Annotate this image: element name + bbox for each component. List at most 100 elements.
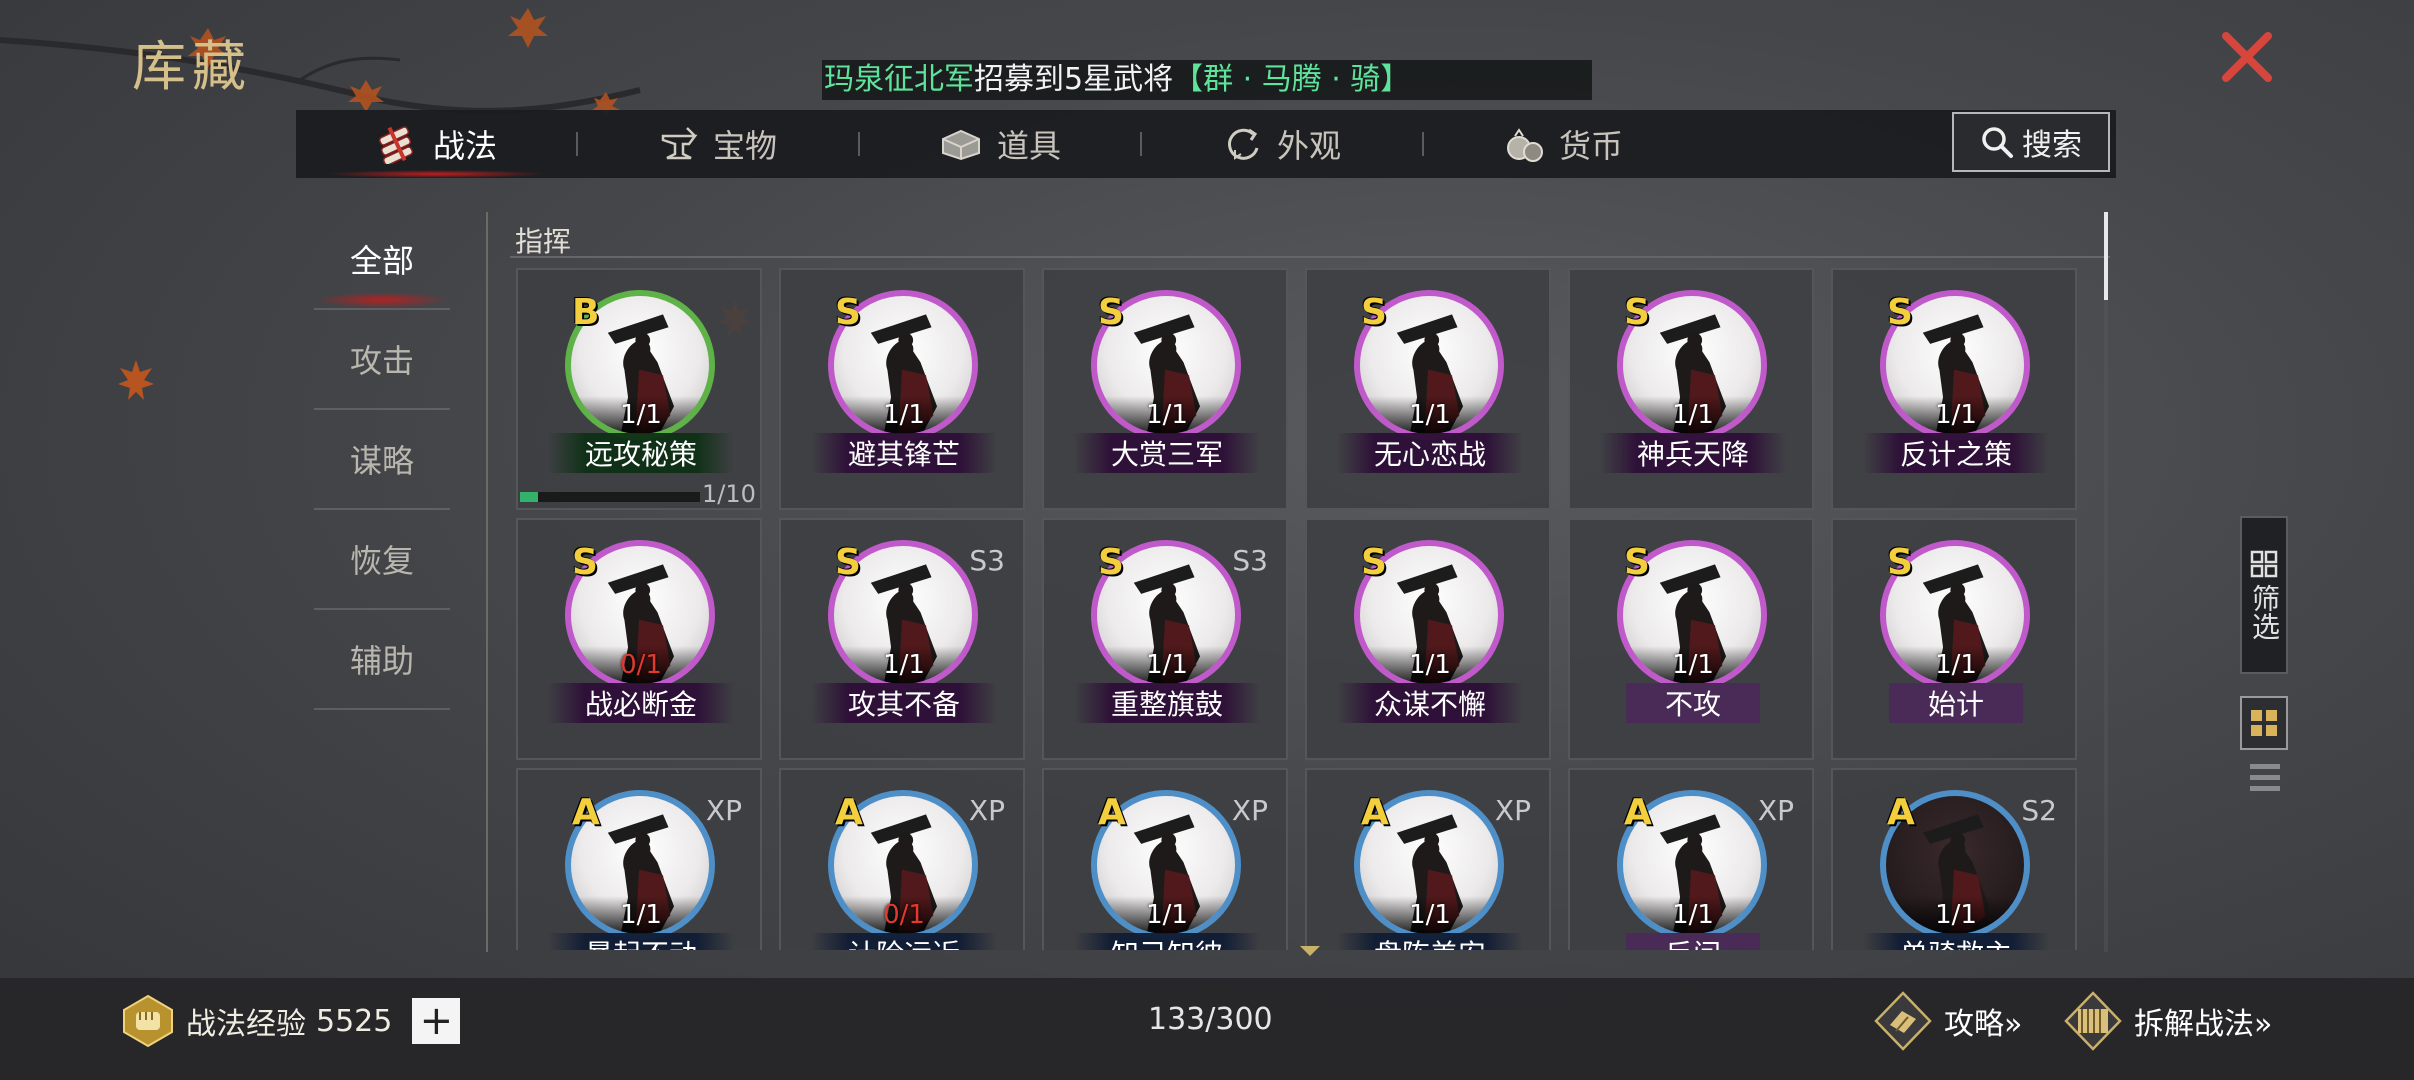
scrollbar-thumb[interactable] <box>2104 212 2108 300</box>
tactic-name: 避其锋芒 <box>811 433 997 473</box>
tab-items[interactable]: 道具 <box>860 110 1140 178</box>
grade-badge: A <box>572 792 600 833</box>
owned-count: 1/1 <box>1146 650 1188 680</box>
exp-label: 战法经验 <box>186 1007 306 1042</box>
filter-label: 筛选 <box>2248 584 2281 640</box>
tab-currency[interactable]: 货币 <box>1424 110 1704 178</box>
tactic-card[interactable]: A XP 1/1 盘陈美安 <box>1305 768 1551 950</box>
season-tag: XP <box>1231 794 1268 827</box>
sidebar-item-attack[interactable]: 攻击 <box>314 310 450 410</box>
scrollbar-track[interactable] <box>2104 212 2108 952</box>
owned-count: 1/1 <box>1672 400 1714 430</box>
owned-count: 1/1 <box>883 400 925 430</box>
search-label: 搜索 <box>2022 128 2082 163</box>
tactic-card[interactable]: S 1/1 大赏三军 <box>1042 268 1288 510</box>
tab-treasures[interactable]: 宝物 <box>578 110 858 178</box>
ticker-message: 招募到5星武将 <box>974 62 1174 97</box>
sidebar-item-label: 攻击 <box>349 342 414 380</box>
tactic-name: 单骑救主 <box>1863 933 2049 950</box>
section-heading: 指挥 <box>515 225 572 258</box>
owned-count: 1/1 <box>883 650 925 680</box>
tactic-card[interactable]: S 1/1 始计 <box>1831 518 2077 760</box>
tactic-card[interactable]: S S3 1/1 重整旗鼓 <box>1042 518 1288 760</box>
tactic-card[interactable]: S 0/1 战必断金 <box>516 518 762 760</box>
add-exp-button[interactable]: + <box>412 998 461 1044</box>
tab-tactics[interactable]: 战法 <box>296 110 576 178</box>
tactic-name: 反间 <box>1626 933 1760 950</box>
tactic-card[interactable]: A XP 1/1 知己知彼 <box>1042 768 1288 950</box>
grade-badge: S <box>1887 292 1913 333</box>
progress-label: 1/10 <box>702 480 756 508</box>
close-icon <box>2222 32 2272 82</box>
grade-badge: A <box>1361 792 1389 833</box>
tactic-card[interactable]: S 1/1 无心恋战 <box>1305 268 1551 510</box>
tab-label: 战法 <box>432 127 497 165</box>
tactic-name: 众谋不懈 <box>1337 683 1523 723</box>
sidebar-item-label: 辅助 <box>349 642 414 680</box>
disassemble-label: 拆解战法» <box>2134 1007 2273 1042</box>
season-tag: XP <box>1494 794 1531 827</box>
filter-grid-icon <box>2250 550 2278 578</box>
grade-badge: S <box>1624 542 1650 583</box>
category-tabs: 战法 宝物 道具 外观 货币 <box>296 110 2116 178</box>
tactic-card[interactable]: S 1/1 避其锋芒 <box>779 268 1025 510</box>
tactic-card[interactable]: B 1/1 远攻秘策 1/10 <box>516 268 762 510</box>
filter-button[interactable]: 筛选 <box>2240 516 2288 674</box>
tactic-name: 暴起不动 <box>548 933 734 950</box>
tactic-card[interactable]: S 1/1 不攻 <box>1568 518 1814 760</box>
scroll-bundle-icon <box>2064 991 2122 1051</box>
disassemble-tactics-button[interactable]: 拆解战法» <box>2062 991 2273 1051</box>
owned-count: 1/1 <box>1672 900 1714 930</box>
tactic-name: 知己知彼 <box>1074 933 1260 950</box>
search-icon <box>1982 127 2013 158</box>
grid-view-icon <box>2251 710 2277 736</box>
sidebar-item-label: 全部 <box>349 242 414 280</box>
tactic-card[interactable]: S 1/1 反计之策 <box>1831 268 2077 510</box>
season-tag: S3 <box>969 544 1005 577</box>
tactic-card[interactable]: S 1/1 神兵天降 <box>1568 268 1814 510</box>
tab-label: 货币 <box>1558 127 1623 165</box>
list-view-icon[interactable] <box>2248 760 2282 796</box>
grade-badge: A <box>835 792 863 833</box>
scroll-bundle-icon <box>378 126 414 164</box>
season-tag: S3 <box>1232 544 1268 577</box>
tactic-card-grid[interactable]: B 1/1 远攻秘策 1/10 S 1/1 避其锋芒 S 1/1 大赏三军 S 1/1 无心恋战 S 1/1… <box>516 268 2078 950</box>
grid-view-toggle[interactable] <box>2240 696 2288 750</box>
chest-icon <box>941 129 980 161</box>
exp-fist-icon <box>123 994 173 1048</box>
owned-count: 1/1 <box>1409 400 1451 430</box>
tactic-card[interactable]: S S3 1/1 攻其不备 <box>779 518 1025 760</box>
sidebar-item-recovery[interactable]: 恢复 <box>314 510 450 610</box>
sidebar-item-label: 恢复 <box>349 542 414 580</box>
owned-count: 1/1 <box>1409 650 1451 680</box>
section-divider <box>510 256 2110 258</box>
tactic-name: 重整旗鼓 <box>1074 683 1260 723</box>
ticker-hero: 【群 · 马腾 · 骑】 <box>1173 62 1411 97</box>
sidebar-item-all[interactable]: 全部 <box>314 210 450 310</box>
sidebar-divider <box>486 212 488 952</box>
grade-badge: S <box>572 542 598 583</box>
sidebar-item-strategy[interactable]: 谋略 <box>314 410 450 510</box>
tab-appearance[interactable]: 外观 <box>1142 110 1422 178</box>
close-button[interactable] <box>2214 24 2280 90</box>
tactic-name: 盘陈美安 <box>1337 933 1523 950</box>
tactic-name: 计险远近 <box>811 933 997 950</box>
season-tag: XP <box>705 794 742 827</box>
guide-button[interactable]: 攻略» <box>1872 991 2022 1051</box>
tactic-exp: 战法经验 5525 + <box>120 994 461 1048</box>
grade-badge: A <box>1887 792 1915 833</box>
grade-badge: A <box>1098 792 1126 833</box>
owned-count: 1/1 <box>1935 900 1977 930</box>
search-button[interactable]: 搜索 <box>1952 112 2110 172</box>
tactic-card[interactable]: A XP 1/1 暴起不动 <box>516 768 762 950</box>
tactic-name: 大赏三军 <box>1074 433 1260 473</box>
sidebar-item-support[interactable]: 辅助 <box>314 610 450 710</box>
season-tag: XP <box>1757 794 1794 827</box>
page-title: 库藏 <box>132 35 252 98</box>
owned-count: 0/1 <box>620 650 662 680</box>
tactic-card[interactable]: A XP 0/1 计险远近 <box>779 768 1025 950</box>
tactic-card[interactable]: A S2 1/1 单骑救主 <box>1831 768 2077 950</box>
scroll-more-indicator <box>1300 946 1320 956</box>
tactic-card[interactable]: S 1/1 众谋不懈 <box>1305 518 1551 760</box>
tactic-card[interactable]: A XP 1/1 反间 <box>1568 768 1814 950</box>
